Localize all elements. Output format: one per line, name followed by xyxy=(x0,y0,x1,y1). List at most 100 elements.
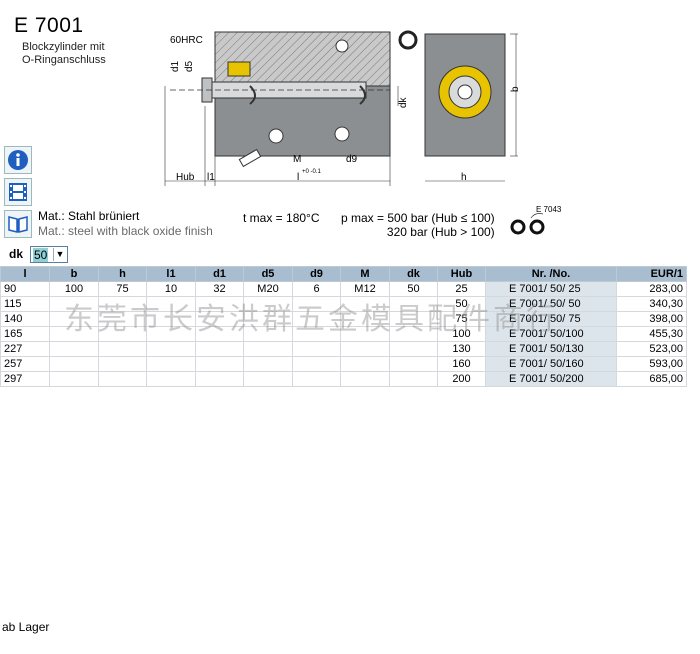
cell-l1 xyxy=(146,326,196,342)
cell-h xyxy=(98,371,147,387)
dk-filter-select[interactable]: 50 ▼ xyxy=(30,246,68,263)
col-hub[interactable]: Hub xyxy=(437,266,486,282)
cell-order-number[interactable]: E 7001/ 50/100 xyxy=(485,326,617,342)
dim-dk: dk xyxy=(398,96,409,108)
cell-d5: M20 xyxy=(243,281,293,297)
subtitle-line-2: O-Ringanschluss xyxy=(22,54,106,66)
cell-d1 xyxy=(195,341,244,357)
max-pressure-line-1: p max = 500 bar (Hub ≤ 100) xyxy=(341,211,495,225)
dim-M: M xyxy=(293,154,301,165)
cell-b xyxy=(49,311,99,327)
cell-b xyxy=(49,341,99,357)
cell-price: 455,30 xyxy=(616,326,687,342)
dim-d1: d1 xyxy=(170,60,181,72)
col-nr[interactable]: Nr. /No. xyxy=(485,266,617,282)
cell-d9 xyxy=(292,356,341,372)
cell-d1 xyxy=(195,356,244,372)
col-price[interactable]: EUR/1 xyxy=(616,266,687,282)
stock-note: ab Lager xyxy=(2,620,50,634)
cell-M xyxy=(340,371,390,387)
col-l[interactable]: l xyxy=(0,266,50,282)
cell-l1 xyxy=(146,311,196,327)
cell-price: 283,00 xyxy=(616,281,687,297)
dim-hub: Hub xyxy=(176,172,195,183)
table-header-row: l b h l1 d1 d5 d9 M dk Hub Nr. /No. EUR/… xyxy=(0,266,687,282)
cell-hub: 130 xyxy=(437,341,486,357)
manual-button[interactable] xyxy=(4,210,32,238)
oring-link[interactable] xyxy=(509,212,551,236)
cell-M xyxy=(340,356,390,372)
table-row[interactable]: 297 200 E 7001/ 50/200 685,00 xyxy=(0,371,687,387)
cell-d1 xyxy=(195,371,244,387)
table-body: 90 100 75 10 32 M20 6 M12 50 25 E 7001/ … xyxy=(0,281,687,387)
cell-M: M12 xyxy=(340,281,390,297)
cell-M xyxy=(340,296,390,312)
cell-d5 xyxy=(243,341,293,357)
cell-price: 398,00 xyxy=(616,311,687,327)
cell-b xyxy=(49,326,99,342)
table-row[interactable]: 90 100 75 10 32 M20 6 M12 50 25 E 7001/ … xyxy=(0,281,687,297)
col-l1[interactable]: l1 xyxy=(146,266,196,282)
cell-l: 140 xyxy=(0,311,50,327)
cell-l: 165 xyxy=(0,326,50,342)
technical-drawing: 60HRC d1 d5 dk M d9 Hub l1 l +0 -0.1 b h xyxy=(164,30,521,186)
product-subtitle: Blockzylinder mit O-Ringanschluss xyxy=(22,41,106,67)
cell-dk xyxy=(389,326,438,342)
cell-hub: 100 xyxy=(437,326,486,342)
cell-d9 xyxy=(292,326,341,342)
cell-d5 xyxy=(243,356,293,372)
cell-price: 523,00 xyxy=(616,341,687,357)
col-d5[interactable]: d5 xyxy=(243,266,293,282)
video-button[interactable] xyxy=(4,178,32,206)
oring-symbol xyxy=(398,30,418,50)
subtitle-line-1: Blockzylinder mit xyxy=(22,41,105,53)
cell-dk xyxy=(389,311,438,327)
cell-order-number[interactable]: E 7001/ 50/ 50 xyxy=(485,296,617,312)
cell-h xyxy=(98,296,147,312)
col-d1[interactable]: d1 xyxy=(195,266,244,282)
cell-price: 340,30 xyxy=(616,296,687,312)
cell-b xyxy=(49,296,99,312)
col-d9[interactable]: d9 xyxy=(292,266,341,282)
cell-order-number[interactable]: E 7001/ 50/200 xyxy=(485,371,617,387)
cell-order-number[interactable]: E 7001/ 50/160 xyxy=(485,356,617,372)
table-row[interactable]: 257 160 E 7001/ 50/160 593,00 xyxy=(0,356,687,372)
table-row[interactable]: 115 50 E 7001/ 50/ 50 340,30 xyxy=(0,296,687,312)
cell-dk xyxy=(389,341,438,357)
info-button[interactable] xyxy=(4,146,32,174)
cell-d1 xyxy=(195,326,244,342)
max-pressure: p max = 500 bar (Hub ≤ 100) 320 bar (Hub… xyxy=(341,211,495,239)
cell-l: 297 xyxy=(0,371,50,387)
cell-l: 115 xyxy=(0,296,50,312)
table-row[interactable]: 165 100 E 7001/ 50/100 455,30 xyxy=(0,326,687,342)
cell-l1: 10 xyxy=(146,281,196,297)
cell-hub: 200 xyxy=(437,371,486,387)
cell-d5 xyxy=(243,296,293,312)
cell-l: 227 xyxy=(0,341,50,357)
cell-b xyxy=(49,356,99,372)
seal-area xyxy=(227,61,251,77)
col-dk[interactable]: dk xyxy=(389,266,438,282)
material-de: Mat.: Stahl brüniert xyxy=(38,209,140,223)
col-h[interactable]: h xyxy=(98,266,147,282)
variants-table: l b h l1 d1 d5 d9 M dk Hub Nr. /No. EUR/… xyxy=(0,266,687,387)
table-row[interactable]: 140 75 E 7001/ 50/ 75 398,00 xyxy=(0,311,687,327)
cell-price: 593,00 xyxy=(616,356,687,372)
cell-l: 90 xyxy=(0,281,50,297)
cell-dk xyxy=(389,296,438,312)
cell-order-number[interactable]: E 7001/ 50/ 25 xyxy=(485,281,617,297)
cell-order-number[interactable]: E 7001/ 50/ 75 xyxy=(485,311,617,327)
side-toolbar xyxy=(4,146,32,242)
table-row[interactable]: 227 130 E 7001/ 50/130 523,00 xyxy=(0,341,687,357)
col-M[interactable]: M xyxy=(340,266,390,282)
cell-b: 100 xyxy=(49,281,99,297)
cell-hub: 160 xyxy=(437,356,486,372)
cell-dk xyxy=(389,371,438,387)
cell-d9 xyxy=(292,341,341,357)
cell-order-number[interactable]: E 7001/ 50/130 xyxy=(485,341,617,357)
max-pressure-line-2: 320 bar (Hub > 100) xyxy=(386,225,495,239)
col-b[interactable]: b xyxy=(49,266,99,282)
dim-d5: d5 xyxy=(184,60,195,72)
cell-h xyxy=(98,326,147,342)
cell-dk xyxy=(389,356,438,372)
